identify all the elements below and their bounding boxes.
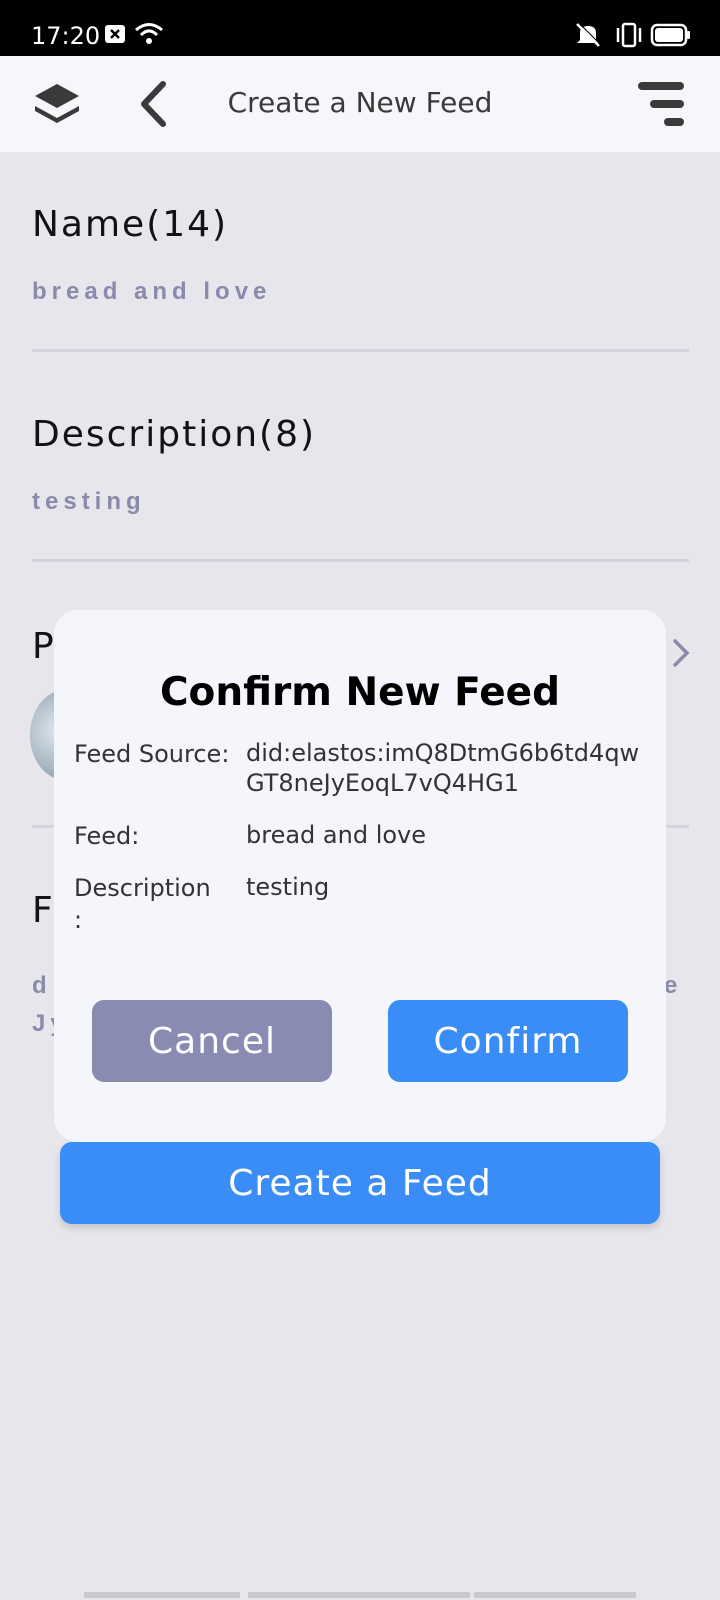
confirm-dialog: Confirm New Feed Feed Source: did:elasto… (54, 610, 666, 1142)
wifi-icon (134, 22, 164, 51)
gesture-bar (84, 1592, 240, 1598)
app-header: Create a New Feed (0, 56, 720, 152)
gesture-bar (474, 1592, 636, 1598)
feed-source-row-value: did:elastos:imQ8DtmG6b6td4qwGT8neJyEoqL7… (246, 739, 640, 797)
status-bar: 17:20 (0, 0, 720, 56)
menu-icon[interactable] (636, 80, 686, 135)
page-title: Create a New Feed (227, 86, 493, 119)
confirm-button[interactable]: Confirm (388, 1000, 628, 1082)
dialog-title: Confirm New Feed (159, 670, 561, 715)
feed-row-value: bread and love (246, 821, 427, 849)
notification-icon (104, 22, 126, 51)
battery-icon (650, 22, 692, 53)
status-time: 17:20 (31, 22, 101, 50)
description-row-label: Description : (74, 874, 211, 934)
feed-source-row-label: Feed Source: (74, 740, 230, 768)
gesture-bar (248, 1592, 470, 1598)
mute-icon (574, 22, 602, 53)
feed-row-label: Feed: (74, 822, 140, 850)
vibrate-icon (614, 22, 644, 53)
cancel-button[interactable]: Cancel (92, 1000, 332, 1082)
description-row-value: testing (246, 873, 330, 901)
